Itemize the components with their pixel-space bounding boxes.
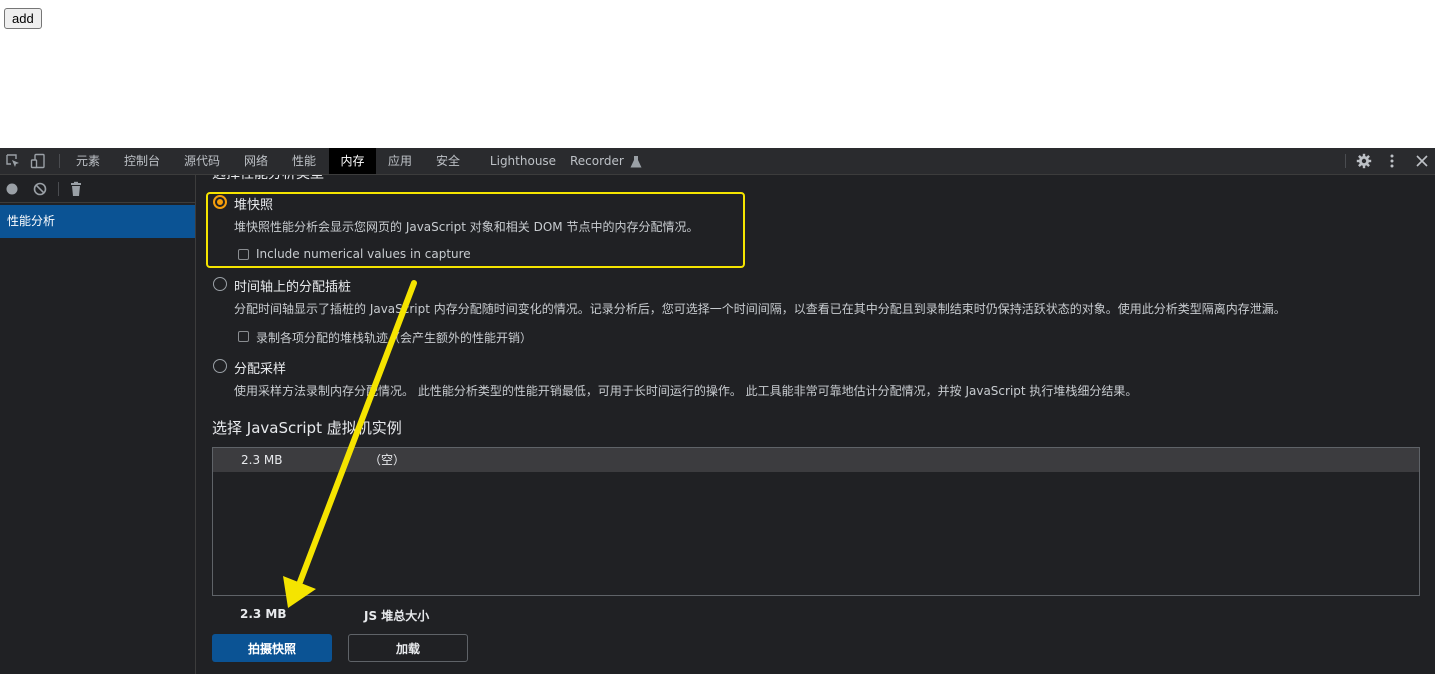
option-allocation-sampling-description: 使用采样方法录制内存分配情况。 此性能分析类型的性能开销最低，可用于长时间运行的…: [234, 384, 1138, 398]
checkbox-record-stack-traces-label[interactable]: 录制各项分配的堆栈轨迹（会产生额外的性能开销）: [256, 329, 532, 346]
tab-console[interactable]: 控制台: [116, 148, 168, 174]
flask-icon: [630, 154, 642, 168]
sidebar-toolbar-divider: [58, 182, 59, 196]
clear-icon[interactable]: [32, 181, 48, 197]
vm-section-title: 选择 JavaScript 虚拟机实例: [212, 419, 402, 437]
option-allocation-timeline-description: 分配时间轴显示了插桩的 JavaScript 内存分配随时间变化的情况。记录分析…: [234, 302, 1286, 316]
tab-performance[interactable]: 性能: [284, 148, 324, 174]
vm-instance-list: 2.3 MB （空）: [212, 447, 1420, 596]
profiles-toolbar: [0, 175, 195, 203]
more-options-icon[interactable]: [1384, 153, 1400, 169]
profile-type-heading: 选择性能分析类型: [212, 175, 324, 183]
device-toolbar-icon[interactable]: [30, 153, 46, 169]
page-content: add: [0, 0, 1435, 148]
devtools-panel: 元素 控制台 源代码 网络 性能 内存 应用 安全 Lighthouse Rec…: [0, 148, 1435, 674]
tab-network[interactable]: 网络: [236, 148, 276, 174]
checkbox-numerical-values[interactable]: [238, 249, 249, 260]
sidebar-item-profiles[interactable]: 性能分析: [0, 205, 195, 238]
radio-allocation-sampling[interactable]: [213, 359, 227, 373]
take-snapshot-button[interactable]: 拍摄快照: [212, 634, 332, 662]
tab-recorder[interactable]: Recorder: [570, 148, 630, 174]
add-button[interactable]: add: [4, 8, 42, 29]
vm-instance-size: 2.3 MB: [241, 453, 283, 467]
tab-security[interactable]: 安全: [428, 148, 468, 174]
option-heap-snapshot-title[interactable]: 堆快照: [234, 194, 273, 213]
devtools-tabbar: 元素 控制台 源代码 网络 性能 内存 应用 安全 Lighthouse Rec…: [0, 148, 1435, 175]
js-heap-total-value: 2.3 MB: [240, 607, 287, 621]
inspect-element-icon[interactable]: [5, 153, 21, 169]
tab-sources[interactable]: 源代码: [176, 148, 228, 174]
tab-memory[interactable]: 内存: [329, 148, 376, 174]
tabbar-divider-right: [1345, 154, 1346, 168]
gear-icon[interactable]: [1356, 153, 1372, 169]
tab-lighthouse[interactable]: Lighthouse: [488, 148, 558, 174]
js-heap-total-label: JS 堆总大小: [364, 609, 430, 623]
checkbox-record-stack-traces[interactable]: [238, 331, 249, 342]
tabbar-divider: [59, 154, 60, 168]
radio-heap-snapshot[interactable]: [213, 195, 227, 209]
trash-icon[interactable]: [68, 181, 84, 197]
tab-elements[interactable]: 元素: [68, 148, 108, 174]
profiles-sidebar: 性能分析: [0, 175, 196, 674]
close-icon[interactable]: [1414, 153, 1430, 169]
memory-panel: 选择性能分析类型 堆快照 堆快照性能分析会显示您网页的 JavaScript 对…: [196, 175, 1435, 674]
vm-instance-row[interactable]: 2.3 MB （空）: [213, 448, 1419, 472]
radio-allocation-timeline[interactable]: [213, 277, 227, 291]
option-heap-snapshot-description: 堆快照性能分析会显示您网页的 JavaScript 对象和相关 DOM 节点中的…: [234, 220, 699, 234]
tab-application[interactable]: 应用: [380, 148, 420, 174]
option-allocation-timeline-title[interactable]: 时间轴上的分配插桩: [234, 276, 351, 295]
load-button[interactable]: 加载: [348, 634, 468, 662]
vm-instance-name: （空）: [369, 453, 406, 467]
checkbox-numerical-values-label[interactable]: Include numerical values in capture: [256, 247, 471, 261]
option-allocation-sampling-title[interactable]: 分配采样: [234, 358, 286, 377]
record-icon[interactable]: [4, 181, 20, 197]
